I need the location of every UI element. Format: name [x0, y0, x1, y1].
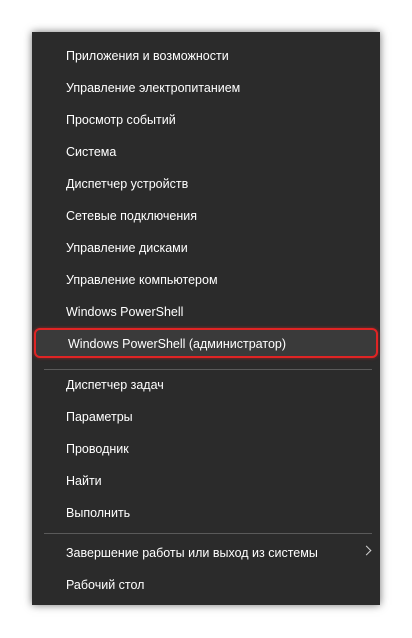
menu-item-file-explorer[interactable]: Проводник — [32, 433, 380, 465]
menu-item-task-manager[interactable]: Диспетчер задач — [32, 369, 380, 401]
menu-item-powershell-admin[interactable]: Windows PowerShell (администратор) — [34, 328, 378, 358]
menu-item-system[interactable]: Система — [32, 136, 380, 168]
menu-item-device-manager[interactable]: Диспетчер устройств — [32, 168, 380, 200]
menu-divider — [44, 533, 372, 534]
menu-item-run[interactable]: Выполнить — [32, 497, 380, 529]
menu-item-power-options[interactable]: Управление электропитанием — [32, 72, 380, 104]
menu-item-search[interactable]: Найти — [32, 465, 380, 497]
menu-item-shutdown-signout[interactable]: Завершение работы или выход из системы — [32, 537, 380, 569]
menu-item-desktop[interactable]: Рабочий стол — [32, 569, 380, 601]
menu-item-apps-features[interactable]: Приложения и возможности — [32, 40, 380, 72]
menu-item-network-connections[interactable]: Сетевые подключения — [32, 200, 380, 232]
menu-item-computer-management[interactable]: Управление компьютером — [32, 264, 380, 296]
menu-item-disk-management[interactable]: Управление дисками — [32, 232, 380, 264]
winx-context-menu: Приложения и возможности Управление элек… — [32, 32, 380, 605]
menu-item-settings[interactable]: Параметры — [32, 401, 380, 433]
menu-item-label: Завершение работы или выход из системы — [66, 546, 318, 560]
chevron-right-icon — [361, 545, 372, 556]
menu-item-powershell[interactable]: Windows PowerShell — [32, 296, 380, 328]
menu-item-event-viewer[interactable]: Просмотр событий — [32, 104, 380, 136]
